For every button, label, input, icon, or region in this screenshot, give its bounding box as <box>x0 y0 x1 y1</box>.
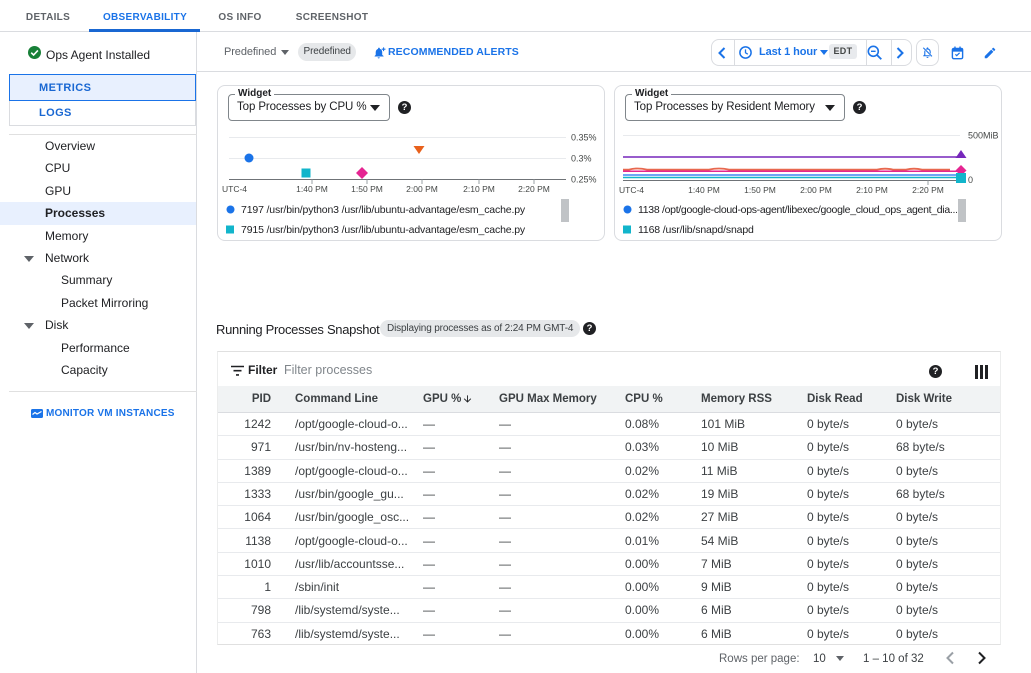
svg-text:1:40 PM: 1:40 PM <box>296 184 328 194</box>
svg-text:2:10 PM: 2:10 PM <box>856 185 888 195</box>
svg-text:0.3%: 0.3% <box>571 154 592 164</box>
svg-text:UTC-4: UTC-4 <box>619 185 644 195</box>
svg-text:1:40 PM: 1:40 PM <box>688 185 720 195</box>
svg-text:0.25%: 0.25% <box>571 175 597 185</box>
svg-text:500MiB: 500MiB <box>968 131 999 141</box>
svg-text:2:20 PM: 2:20 PM <box>912 185 944 195</box>
svg-text:2:10 PM: 2:10 PM <box>463 184 495 194</box>
svg-text:0.35%: 0.35% <box>571 133 597 143</box>
svg-text:0: 0 <box>968 175 973 185</box>
svg-text:UTC-4: UTC-4 <box>222 184 247 194</box>
svg-text:2:00 PM: 2:00 PM <box>406 184 438 194</box>
svg-text:1:50 PM: 1:50 PM <box>351 184 383 194</box>
svg-text:2:20 PM: 2:20 PM <box>518 184 550 194</box>
svg-text:2:00 PM: 2:00 PM <box>800 185 832 195</box>
svg-text:1:50 PM: 1:50 PM <box>744 185 776 195</box>
